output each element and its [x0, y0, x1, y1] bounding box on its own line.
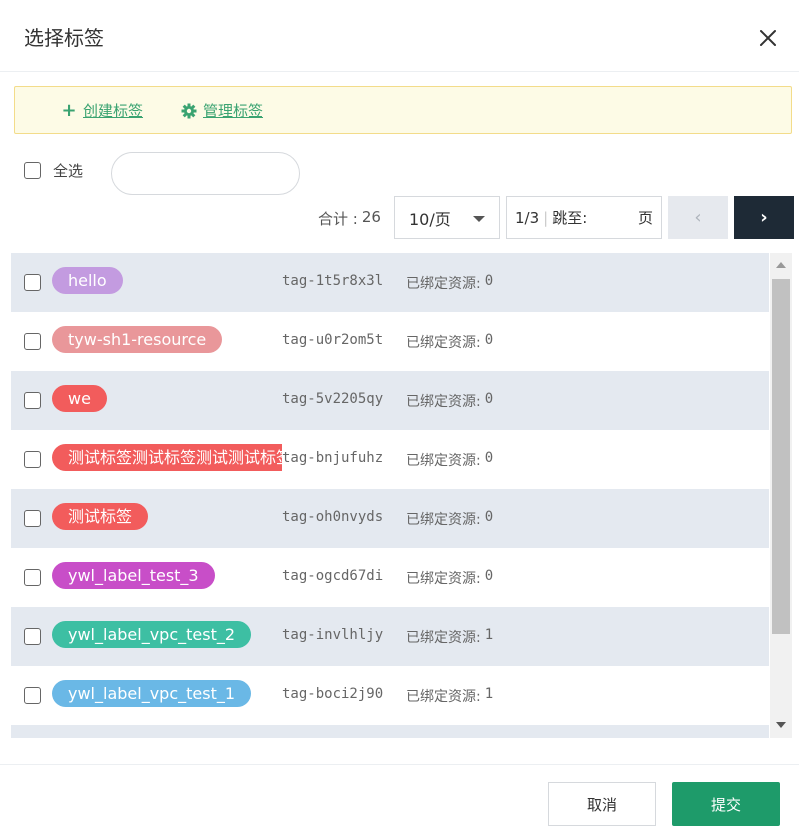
- bound-resources: 已绑定资源: 0: [406, 273, 493, 293]
- chevron-right-icon: ›: [760, 207, 768, 228]
- scroll-thumb[interactable]: [772, 279, 790, 634]
- bound-label: 已绑定资源:: [406, 394, 481, 410]
- cancel-button[interactable]: 取消: [548, 782, 656, 826]
- create-tag-label: 创建标签: [83, 102, 144, 120]
- chevron-down-icon: [473, 216, 485, 222]
- bound-label: 已绑定资源:: [406, 571, 481, 587]
- row-checkbox[interactable]: [24, 687, 41, 704]
- bound-resources: 已绑定资源: 1: [406, 627, 493, 647]
- bound-resources: 已绑定资源: 0: [406, 568, 493, 588]
- bound-count: 0: [484, 568, 494, 584]
- row-checkbox[interactable]: [24, 274, 41, 291]
- current-page: 1/3: [515, 208, 540, 227]
- bound-resources: 已绑定资源: 0: [406, 509, 493, 529]
- tag-list: hello tag-1t5r8x3l 已绑定资源: 0 tyw-sh1-resou…: [11, 253, 769, 738]
- row-checkbox[interactable]: [24, 510, 41, 527]
- bound-label: 已绑定资源:: [406, 689, 481, 705]
- tag-id: tag-bnjufuhz: [282, 450, 384, 466]
- tag-id: tag-invlhljy: [282, 627, 384, 643]
- total-value: 26: [361, 208, 381, 226]
- tag-id: tag-oh0nvyds: [282, 509, 384, 525]
- dialog-header: 选择标签: [0, 0, 799, 72]
- tag-id: tag-u0r2om5t: [282, 332, 384, 348]
- close-icon[interactable]: [756, 26, 780, 50]
- bound-resources: 已绑定资源: 0: [406, 391, 493, 411]
- table-row[interactable]: 测试标签测试标签测试测试标签 tag-bnjufuhz 已绑定资源: 0: [11, 430, 769, 489]
- select-all: 全选: [24, 160, 83, 181]
- page-jump: 1/3 | 跳至: 页: [506, 196, 662, 239]
- table-row[interactable]: we tag-5v2205qy 已绑定资源: 0: [11, 371, 769, 430]
- table-row[interactable]: tyw-sh1-resource tag-u0r2om5t 已绑定资源: 0: [11, 312, 769, 371]
- table-row[interactable]: 测试标签 tag-oh0nvyds 已绑定资源: 0: [11, 489, 769, 548]
- table-row[interactable]: ywl_label_vpc_test_1 tag-boci2j90 已绑定资源:…: [11, 666, 769, 725]
- bound-label: 已绑定资源:: [406, 276, 481, 292]
- tag-id: tag-5v2205qy: [282, 391, 384, 407]
- table-row[interactable]: ywl_label_vpc_test_2 tag-invlhljy 已绑定资源:…: [11, 607, 769, 666]
- row-checkbox[interactable]: [24, 628, 41, 645]
- scroll-up-icon[interactable]: [776, 262, 786, 268]
- bound-count: 0: [484, 450, 494, 466]
- total-label: 合计 :: [318, 210, 358, 228]
- gear-icon: [181, 103, 197, 118]
- list-scrollbar[interactable]: [770, 253, 792, 738]
- manage-tags-label: 管理标签: [203, 102, 264, 120]
- bound-label: 已绑定资源:: [406, 630, 481, 646]
- tag-toolbar: + 创建标签 管理标签: [14, 86, 792, 134]
- tag-pill: 测试标签测试标签测试测试标签: [52, 444, 282, 471]
- tag-pill: ywl_label_vpc_test_2: [52, 621, 252, 648]
- select-all-label: 全选: [53, 162, 84, 180]
- tag-id: tag-1t5r8x3l: [282, 273, 384, 289]
- dialog-title: 选择标签: [24, 26, 104, 50]
- manage-tags-link[interactable]: 管理标签: [181, 100, 263, 121]
- jump-input[interactable]: [587, 209, 630, 226]
- tag-pill: ywl_label_test_3: [52, 562, 215, 589]
- table-row[interactable]: hello tag-1t5r8x3l 已绑定资源: 0: [11, 253, 769, 312]
- page-separator: |: [543, 208, 549, 227]
- bound-count: 1: [484, 686, 494, 702]
- row-checkbox[interactable]: [24, 569, 41, 586]
- chevron-left-icon: ‹: [694, 207, 702, 228]
- page-size-value: 10/页: [409, 209, 451, 229]
- bound-label: 已绑定资源:: [406, 512, 481, 528]
- tag-pill: tyw-sh1-resource: [52, 326, 223, 353]
- next-page-button[interactable]: ›: [734, 196, 794, 239]
- submit-button[interactable]: 提交: [672, 782, 780, 826]
- table-row: [11, 725, 769, 738]
- bound-resources: 已绑定资源: 0: [406, 332, 493, 352]
- bound-count: 0: [484, 332, 494, 348]
- select-all-checkbox[interactable]: [24, 162, 41, 179]
- row-checkbox[interactable]: [24, 451, 41, 468]
- row-checkbox[interactable]: [24, 333, 41, 350]
- jump-label: 跳至:: [552, 209, 588, 227]
- bound-count: 1: [484, 627, 494, 643]
- bound-resources: 已绑定资源: 0: [406, 450, 493, 470]
- bound-count: 0: [484, 273, 494, 289]
- tag-pill: ywl_label_vpc_test_1: [52, 680, 252, 707]
- tag-pill: 测试标签: [52, 503, 149, 530]
- bound-label: 已绑定资源:: [406, 335, 481, 351]
- tag-id: tag-ogcd67di: [282, 568, 384, 584]
- prev-page-button[interactable]: ‹: [668, 196, 728, 239]
- page-size-select[interactable]: 10/页: [394, 196, 500, 239]
- bound-label: 已绑定资源:: [406, 453, 481, 469]
- plus-icon: +: [61, 99, 77, 121]
- bound-count: 0: [484, 509, 494, 525]
- create-tag-link[interactable]: + 创建标签: [61, 100, 143, 121]
- search-input[interactable]: [111, 152, 300, 195]
- tag-pill: we: [52, 385, 107, 412]
- bound-count: 0: [484, 391, 494, 407]
- bound-resources: 已绑定资源: 1: [406, 686, 493, 706]
- row-checkbox[interactable]: [24, 392, 41, 409]
- table-row[interactable]: ywl_label_test_3 tag-ogcd67di 已绑定资源: 0: [11, 548, 769, 607]
- page-unit: 页: [637, 209, 653, 227]
- scroll-down-icon[interactable]: [776, 722, 786, 728]
- total-count: 合计 : 26: [318, 208, 381, 229]
- tag-id: tag-boci2j90: [282, 686, 384, 702]
- tag-pill: hello: [52, 267, 123, 294]
